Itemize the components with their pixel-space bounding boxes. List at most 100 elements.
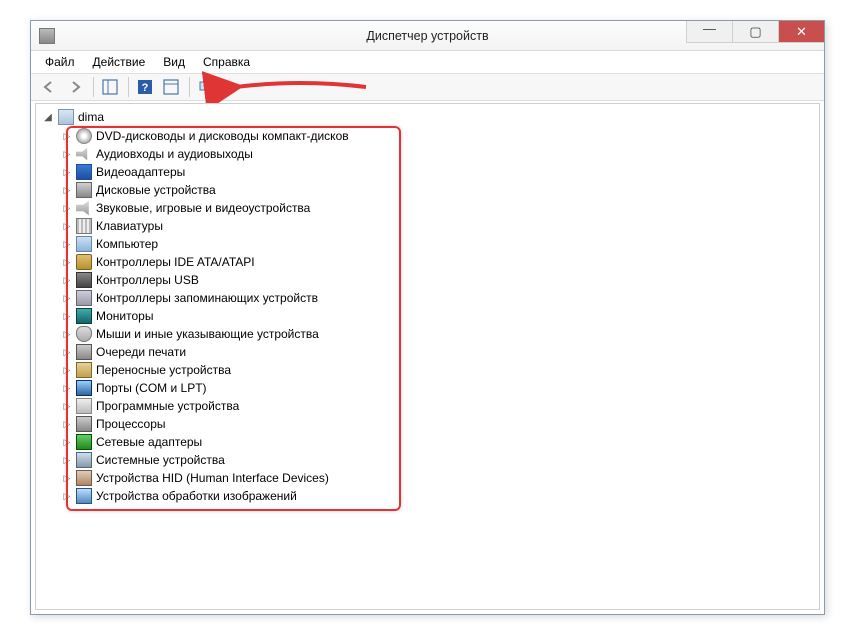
tree-item-portable-devices[interactable]: ▷ Переносные устройства (62, 361, 819, 379)
expand-icon[interactable]: ▷ (62, 401, 72, 412)
ide-controllers-icon (76, 254, 92, 270)
expand-icon[interactable]: ▷ (62, 185, 72, 196)
tree-item-audio-io[interactable]: ▷ Аудиовходы и аудиовыходы (62, 145, 819, 163)
expand-icon[interactable]: ▷ (62, 383, 72, 394)
menu-view[interactable]: Вид (155, 53, 193, 71)
tree-item-label: Мыши и иные указывающие устройства (96, 327, 319, 341)
expand-icon[interactable]: ▷ (62, 257, 72, 268)
tree-item-label: Видеоадаптеры (96, 165, 185, 179)
properties-button[interactable] (159, 75, 183, 99)
expand-icon[interactable]: ▷ (62, 149, 72, 160)
software-devices-icon (76, 398, 92, 414)
tree-item-ide-controllers[interactable]: ▷ Контроллеры IDE ATA/ATAPI (62, 253, 819, 271)
menu-bar: Файл Действие Вид Справка (31, 51, 824, 73)
portable-devices-icon (76, 362, 92, 378)
tree-root-node[interactable]: ◢ dima (42, 108, 819, 126)
tree-item-label: Устройства HID (Human Interface Devices) (96, 471, 329, 485)
tree-item-label: Программные устройства (96, 399, 239, 413)
scan-hardware-button[interactable] (194, 75, 218, 99)
tree-item-label: Переносные устройства (96, 363, 231, 377)
tree-item-label: Мониторы (96, 309, 153, 323)
system-devices-icon (76, 452, 92, 468)
tree-item-computer[interactable]: ▷ Компьютер (62, 235, 819, 253)
tree-item-ports-com-lpt[interactable]: ▷ Порты (COM и LPT) (62, 379, 819, 397)
tree-item-label: Контроллеры запоминающих устройств (96, 291, 318, 305)
expand-icon[interactable]: ▷ (62, 455, 72, 466)
toolbar-separator (128, 77, 129, 97)
expand-icon[interactable]: ▷ (62, 239, 72, 250)
expand-icon[interactable]: ▷ (62, 167, 72, 178)
expand-icon[interactable]: ▷ (62, 473, 72, 484)
maximize-button[interactable]: ▢ (732, 21, 778, 43)
menu-action[interactable]: Действие (85, 53, 154, 71)
disk-drives-icon (76, 182, 92, 198)
expand-icon[interactable]: ▷ (62, 311, 72, 322)
usb-controllers-icon (76, 272, 92, 288)
tree-item-label: Звуковые, игровые и видеоустройства (96, 201, 310, 215)
device-manager-window: Диспетчер устройств — ▢ ✕ Файл Действие … (30, 20, 825, 615)
tree-item-label: Дисковые устройства (96, 183, 216, 197)
toolbar-separator (189, 77, 190, 97)
tree-item-display-adapters[interactable]: ▷ Видеоадаптеры (62, 163, 819, 181)
tree-item-sound-game-video[interactable]: ▷ Звуковые, игровые и видеоустройства (62, 199, 819, 217)
tree-item-system-devices[interactable]: ▷ Системные устройства (62, 451, 819, 469)
tree-item-mice-pointing[interactable]: ▷ Мыши и иные указывающие устройства (62, 325, 819, 343)
show-hide-tree-button[interactable] (98, 75, 122, 99)
expand-icon[interactable]: ▷ (62, 203, 72, 214)
tree-children: ▷ DVD-дисководы и дисководы компакт-диско… (62, 127, 819, 505)
expand-icon[interactable]: ▷ (62, 365, 72, 376)
tree-item-label: Процессоры (96, 417, 166, 431)
svg-text:?: ? (142, 82, 149, 94)
tree-item-software-devices[interactable]: ▷ Программные устройства (62, 397, 819, 415)
expand-icon[interactable]: ▷ (62, 419, 72, 430)
tree-item-label: Системные устройства (96, 453, 225, 467)
window-buttons: — ▢ ✕ (686, 21, 824, 43)
menu-file[interactable]: Файл (37, 53, 83, 71)
tree-item-label: Компьютер (96, 237, 158, 251)
expand-icon[interactable]: ▷ (62, 347, 72, 358)
expand-icon[interactable]: ▷ (62, 491, 72, 502)
minimize-button[interactable]: — (686, 21, 732, 43)
sound-game-video-icon (76, 200, 92, 216)
ports-com-lpt-icon (76, 380, 92, 396)
device-tree[interactable]: ◢ dima ▷ DVD-дисководы и дисководы компак… (35, 103, 820, 610)
monitors-icon (76, 308, 92, 324)
tree-item-monitors[interactable]: ▷ Мониторы (62, 307, 819, 325)
hid-devices-icon (76, 470, 92, 486)
help-button[interactable]: ? (133, 75, 157, 99)
expand-icon[interactable]: ▷ (62, 293, 72, 304)
close-button[interactable]: ✕ (778, 21, 824, 43)
tree-item-label: DVD-дисководы и дисководы компакт-дисков (96, 129, 349, 143)
back-button[interactable] (37, 75, 61, 99)
expand-icon[interactable]: ▷ (62, 437, 72, 448)
tree-item-storage-controllers[interactable]: ▷ Контроллеры запоминающих устройств (62, 289, 819, 307)
tree-item-label: Аудиовходы и аудиовыходы (96, 147, 253, 161)
root-label: dima (78, 110, 104, 124)
tree-item-keyboards[interactable]: ▷Клавиатуры (62, 217, 819, 235)
menu-help[interactable]: Справка (195, 53, 258, 71)
tree-item-dvd-drives[interactable]: ▷ DVD-дисководы и дисководы компакт-диско… (62, 127, 819, 145)
tree-item-print-queues[interactable]: ▷Очереди печати (62, 343, 819, 361)
expand-icon[interactable]: ▷ (62, 329, 72, 340)
tree-item-hid-devices[interactable]: ▷ Устройства HID (Human Interface Devices… (62, 469, 819, 487)
expand-icon[interactable]: ▷ (62, 275, 72, 286)
tree-item-label: Устройства обработки изображений (96, 489, 297, 503)
tree-item-label: Порты (COM и LPT) (96, 381, 207, 395)
collapse-icon[interactable]: ◢ (42, 112, 54, 123)
forward-button[interactable] (63, 75, 87, 99)
tree-item-disk-drives[interactable]: ▷ Дисковые устройства (62, 181, 819, 199)
tree-item-label: Контроллеры IDE ATA/ATAPI (96, 255, 255, 269)
print-queues-icon (76, 344, 92, 360)
tree-item-processors[interactable]: ▷ Процессоры (62, 415, 819, 433)
expand-icon[interactable]: ▷ (62, 221, 72, 232)
mice-pointing-icon (76, 326, 92, 342)
toolbar: ? (31, 73, 824, 101)
tree-item-label: Сетевые адаптеры (96, 435, 202, 449)
toolbar-separator (93, 77, 94, 97)
network-adapters-icon (76, 434, 92, 450)
tree-item-network-adapters[interactable]: ▷ Сетевые адаптеры (62, 433, 819, 451)
computer-icon (58, 109, 74, 125)
tree-item-imaging-devices[interactable]: ▷ Устройства обработки изображений (62, 487, 819, 505)
tree-item-usb-controllers[interactable]: ▷Контроллеры USB (62, 271, 819, 289)
expand-icon[interactable]: ▷ (62, 131, 72, 142)
